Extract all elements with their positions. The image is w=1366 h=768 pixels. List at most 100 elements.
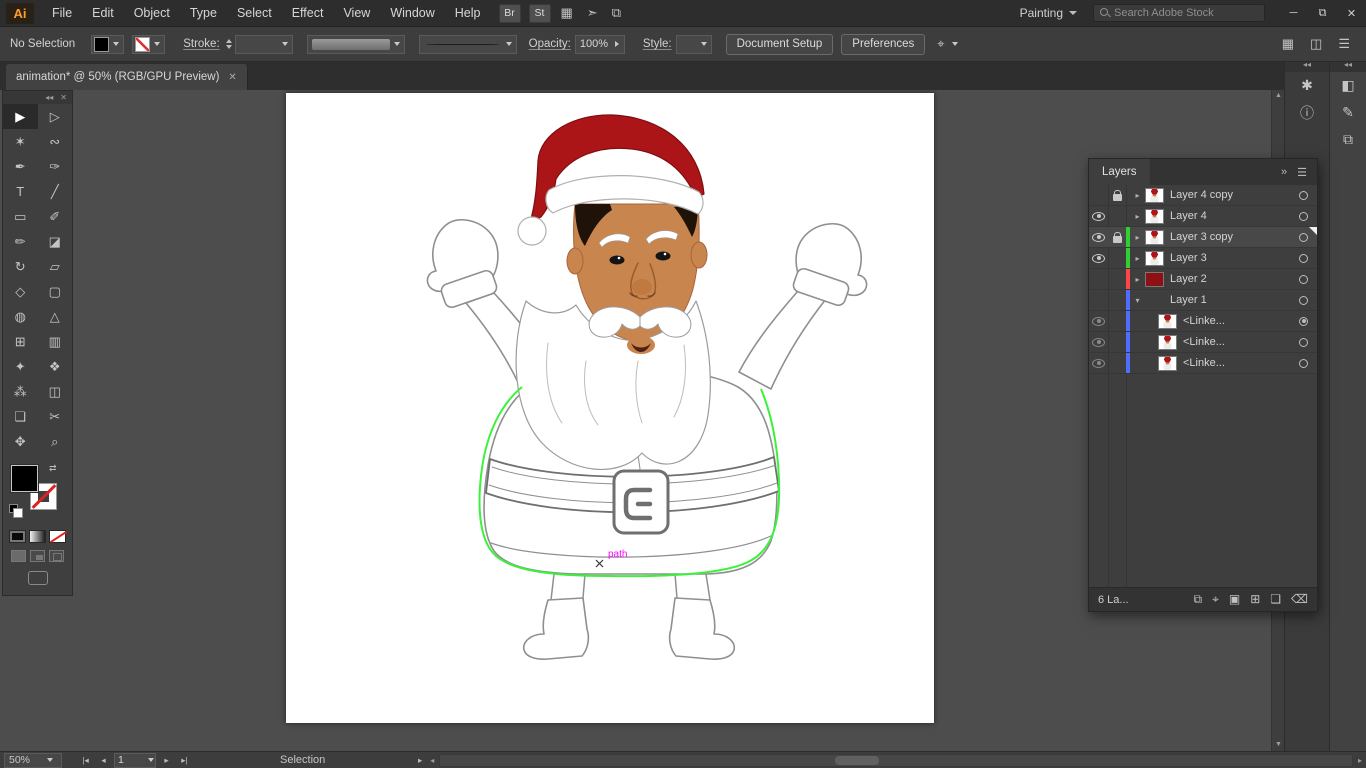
- eraser-tool[interactable]: ◪: [38, 229, 73, 254]
- layer-row[interactable]: ▸Layer 2: [1089, 269, 1317, 290]
- make-clipping-mask-icon[interactable]: ▣: [1229, 592, 1240, 607]
- menu-view[interactable]: View: [333, 0, 380, 27]
- workspace-switcher[interactable]: Painting: [1020, 6, 1077, 20]
- delete-icon[interactable]: ⌫: [1291, 592, 1308, 607]
- curvature-tool[interactable]: ✑: [38, 154, 73, 179]
- stroke-panel-link[interactable]: Stroke:: [183, 38, 219, 50]
- new-layer-icon[interactable]: ❏: [1270, 592, 1281, 607]
- layer-thumbnail[interactable]: [1145, 230, 1164, 245]
- target-circle[interactable]: [1299, 212, 1308, 221]
- visibility-toggle[interactable]: [1089, 290, 1108, 310]
- style-dropdown[interactable]: [676, 35, 712, 54]
- next-artboard-button[interactable]: ▸: [159, 755, 174, 766]
- artboard-tool[interactable]: ❏: [3, 404, 38, 429]
- menu-file[interactable]: File: [42, 0, 82, 27]
- none-button[interactable]: [49, 530, 66, 543]
- magic-wand-tool[interactable]: ✶: [3, 129, 38, 154]
- stock-search[interactable]: [1093, 4, 1265, 22]
- lock-toggle[interactable]: [1108, 353, 1126, 373]
- horizontal-scrollbar[interactable]: [439, 754, 1353, 767]
- direct-selection-tool[interactable]: ▷: [38, 104, 73, 129]
- stock-button[interactable]: St: [529, 4, 551, 23]
- paintbrush-tool[interactable]: ✐: [38, 204, 73, 229]
- menu-effect[interactable]: Effect: [282, 0, 334, 27]
- target-circle[interactable]: [1299, 296, 1308, 305]
- lock-toggle[interactable]: [1108, 206, 1126, 226]
- line-segment-tool[interactable]: ╱: [38, 179, 73, 204]
- layer-row[interactable]: ▾Layer 1: [1089, 290, 1317, 311]
- rectangle-tool[interactable]: ▭: [3, 204, 38, 229]
- target-circle[interactable]: [1299, 191, 1308, 200]
- scroll-down-icon[interactable]: ▼: [1272, 739, 1284, 751]
- target-circle[interactable]: [1299, 359, 1308, 368]
- menu-object[interactable]: Object: [124, 0, 180, 27]
- hand-tool[interactable]: ✥: [3, 429, 38, 454]
- document-tab[interactable]: animation* @ 50% (RGB/GPU Preview) ✕: [6, 64, 248, 90]
- new-sublayer-icon[interactable]: ⊞: [1250, 592, 1260, 607]
- layer-thumbnail[interactable]: [1145, 251, 1164, 266]
- stroke-weight-stepper[interactable]: [226, 39, 232, 49]
- close-icon[interactable]: ✕: [60, 93, 67, 102]
- layer-row[interactable]: ▸Layer 4: [1089, 206, 1317, 227]
- align-icon[interactable]: ⌖: [937, 36, 961, 52]
- fill-color-swatch[interactable]: [11, 465, 38, 492]
- expand-chevron-icon[interactable]: ▾: [1130, 296, 1145, 305]
- close-icon[interactable]: ✕: [228, 72, 236, 83]
- selection-tool[interactable]: ▶: [3, 104, 38, 129]
- tab-layers[interactable]: Layers: [1089, 159, 1150, 185]
- layer-row[interactable]: <Linke...: [1089, 353, 1317, 374]
- zoom-dropdown[interactable]: 50%: [4, 753, 62, 768]
- share-icon[interactable]: ➣: [587, 5, 598, 21]
- width-tool[interactable]: ◇: [3, 279, 38, 304]
- visibility-toggle[interactable]: [1089, 332, 1108, 352]
- visibility-toggle[interactable]: [1089, 353, 1108, 373]
- expand-chevron-icon[interactable]: ▸: [1130, 254, 1145, 263]
- minimize-button[interactable]: ─: [1279, 0, 1308, 27]
- draw-behind-mode[interactable]: [30, 550, 45, 562]
- target-circle[interactable]: [1299, 317, 1308, 326]
- horizontal-scrollbar-thumb[interactable]: [835, 756, 879, 765]
- perspective-grid-tool[interactable]: △: [38, 304, 73, 329]
- arrange-documents-icon[interactable]: ▦: [561, 5, 573, 21]
- layer-thumbnail[interactable]: [1158, 356, 1177, 371]
- lock-toggle[interactable]: [1108, 332, 1126, 352]
- layer-row[interactable]: ▸Layer 4 copy: [1089, 185, 1317, 206]
- panel-menu-icon[interactable]: ☰: [1297, 166, 1307, 179]
- scroll-left-icon[interactable]: ◂: [430, 756, 434, 765]
- layer-thumbnail[interactable]: [1145, 209, 1164, 224]
- menu-select[interactable]: Select: [227, 0, 282, 27]
- menu-window[interactable]: Window: [380, 0, 444, 27]
- free-transform-tool[interactable]: ▢: [38, 279, 73, 304]
- stroke-color-dropdown[interactable]: [132, 35, 165, 54]
- layer-thumbnail[interactable]: [1145, 272, 1164, 287]
- lock-toggle[interactable]: [1108, 269, 1126, 289]
- column-graph-tool[interactable]: ◫: [38, 379, 73, 404]
- lock-toggle[interactable]: [1108, 311, 1126, 331]
- opacity-field[interactable]: [575, 35, 625, 54]
- artboard-number-field[interactable]: [114, 753, 156, 768]
- layer-row[interactable]: ▸Layer 3: [1089, 248, 1317, 269]
- menu-type[interactable]: Type: [180, 0, 227, 27]
- gear-icon[interactable]: ✱: [1285, 72, 1329, 99]
- first-artboard-button[interactable]: |◂: [78, 755, 93, 766]
- status-menu-arrow[interactable]: ▸: [418, 755, 422, 766]
- pen-tool[interactable]: ✒: [3, 154, 38, 179]
- lock-toggle[interactable]: [1108, 248, 1126, 268]
- width-profile-dropdown[interactable]: [419, 35, 517, 54]
- screen-mode-button[interactable]: [28, 571, 48, 585]
- default-fill-stroke-icon[interactable]: [9, 504, 18, 513]
- layer-row[interactable]: ▸Layer 3 copy: [1089, 227, 1317, 248]
- color-icon[interactable]: ◧: [1330, 72, 1366, 99]
- visibility-toggle[interactable]: [1089, 311, 1108, 331]
- artboard-canvas[interactable]: path: [286, 93, 934, 723]
- expand-chevron-icon[interactable]: ▸: [1130, 191, 1145, 200]
- brushes-icon[interactable]: ✎: [1330, 99, 1366, 126]
- draw-inside-mode[interactable]: [49, 550, 64, 562]
- style-panel-link[interactable]: Style:: [643, 38, 672, 50]
- pencil-tool[interactable]: ✏: [3, 229, 38, 254]
- visibility-toggle[interactable]: [1089, 185, 1108, 205]
- color-button[interactable]: [9, 530, 26, 543]
- menu-edit[interactable]: Edit: [82, 0, 124, 27]
- visibility-toggle[interactable]: [1089, 227, 1108, 247]
- scale-tool[interactable]: ▱: [38, 254, 73, 279]
